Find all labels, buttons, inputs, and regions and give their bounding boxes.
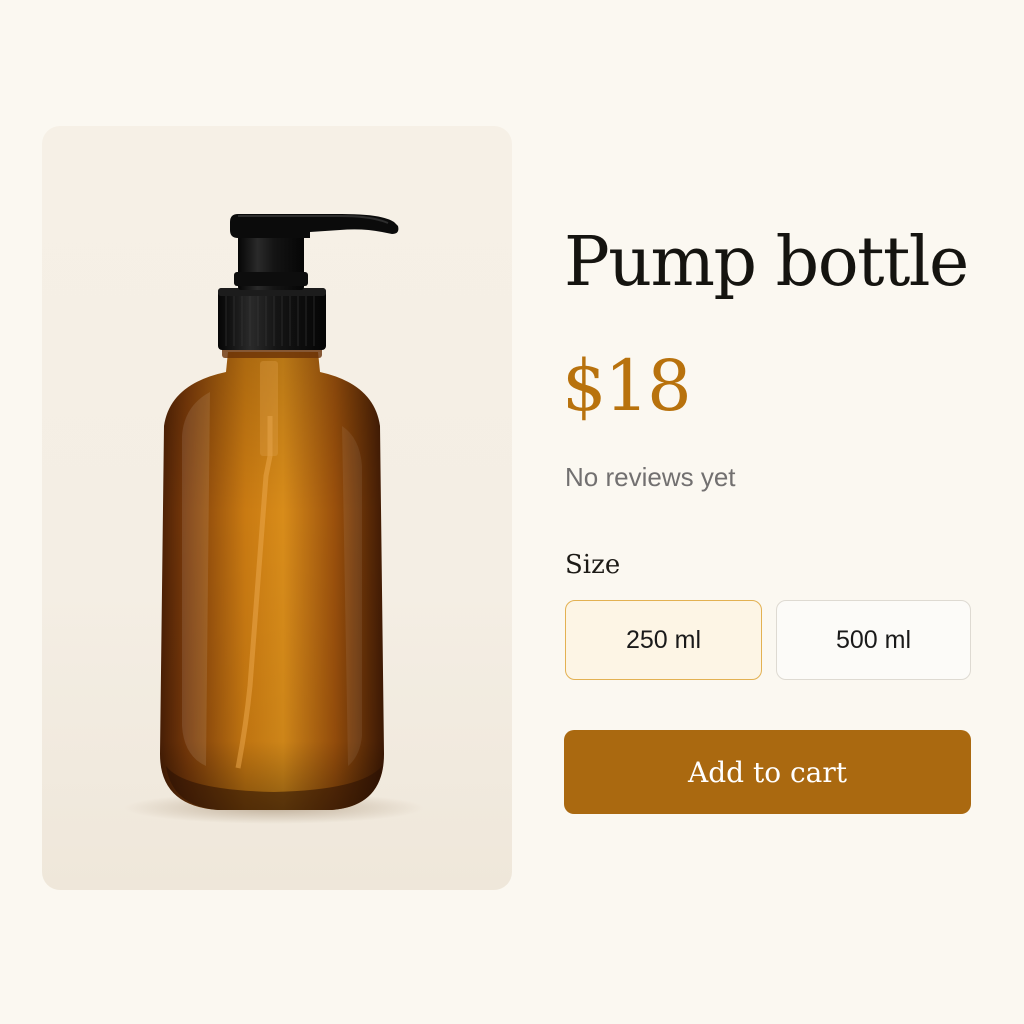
reviews-status: No reviews yet [565, 462, 736, 492]
size-option-label: 500 ml [835, 625, 912, 654]
add-to-cart-label: Add to cart [688, 755, 847, 789]
size-option-500ml[interactable]: 500 ml [776, 600, 971, 680]
product-title: Pump bottle [564, 223, 969, 302]
size-option-label: 250 ml [625, 625, 702, 654]
size-option-250ml[interactable]: 250 ml [565, 600, 762, 680]
add-to-cart-button[interactable]: Add to cart [564, 730, 971, 814]
pump-bottle-image [124, 214, 424, 824]
product-price: $18 [562, 345, 692, 427]
size-label: Size [565, 550, 621, 580]
product-image-card [42, 126, 512, 890]
